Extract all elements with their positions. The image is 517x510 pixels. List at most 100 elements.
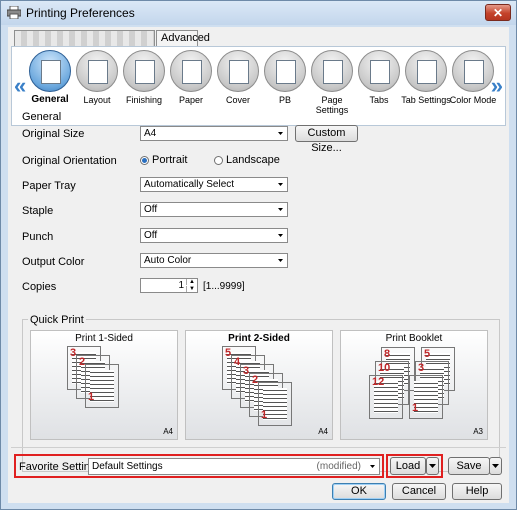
quick-print-card[interactable]: Print Booklet 8 5 10 3 12 1 A3 [340, 330, 488, 440]
favorite-setting-value: Default Settings [92, 461, 163, 472]
quick-print-card[interactable]: Print 2-Sided 5 4 3 2 1 A4 [185, 330, 333, 440]
page-number: 1 [88, 391, 95, 403]
cover-icon [217, 50, 259, 92]
paper-size-label: A4 [163, 427, 173, 436]
chevron-down-icon [429, 464, 436, 468]
page-number: 1 [261, 409, 268, 421]
chevron-down-icon [492, 464, 499, 468]
ribbon-item-cover[interactable]: Cover [213, 50, 263, 126]
orientation-label: Original Orientation [22, 155, 117, 167]
ribbon-item-label: Page Settings [315, 95, 349, 115]
ribbon-item-finishing[interactable]: Finishing [119, 50, 169, 126]
save-menu-button[interactable] [489, 457, 502, 475]
function-ribbon: « » General Layout Finishing Paper Cover PB Pa… [11, 46, 506, 126]
quick-print-card-label: Print Booklet [385, 333, 443, 344]
ribbon-item-label: Tab Settings [401, 95, 451, 105]
layout-icon-glyph [88, 60, 108, 84]
separator [11, 447, 506, 448]
ribbon-item-paper[interactable]: Paper [166, 50, 216, 126]
tab-blurred[interactable] [14, 30, 155, 46]
chevron-down-icon [278, 259, 283, 262]
pb-icon-glyph [276, 60, 296, 84]
ribbon-item-color-mode[interactable]: Color Mode [448, 50, 498, 126]
portrait-label: Portrait [152, 154, 188, 166]
page-number: 5 [424, 348, 431, 360]
ok-button[interactable]: OK [332, 483, 386, 500]
paper-icon [170, 50, 212, 92]
ribbon-item-label: General [31, 94, 69, 105]
ribbon-item-label: Color Mode [449, 95, 497, 105]
ribbon-item-layout[interactable]: Layout [72, 50, 122, 126]
landscape-label: Landscape [226, 154, 280, 166]
staple-label: Staple [22, 205, 54, 217]
pb-icon [264, 50, 306, 92]
tabs-icon [358, 50, 400, 92]
ribbon-item-page-settings[interactable]: Page Settings [307, 50, 357, 126]
chevron-down-icon [278, 183, 283, 186]
general-icon-glyph [41, 60, 61, 84]
ribbon-item-label: Layout [83, 95, 111, 105]
cancel-button[interactable]: Cancel [392, 483, 446, 500]
original-size-combo[interactable]: A4 [140, 126, 288, 141]
quick-print-card-label: Print 2-Sided [228, 333, 290, 344]
ribbon-item-label: Finishing [125, 95, 163, 105]
paper-tray-label: Paper Tray [22, 180, 76, 192]
ribbon-item-label: Cover [225, 95, 250, 105]
page-number: 12 [372, 376, 385, 388]
load-button[interactable]: Load [390, 457, 426, 475]
load-menu-button[interactable] [426, 457, 439, 475]
cover-icon-glyph [229, 60, 249, 84]
page-number: 10 [378, 362, 391, 374]
ribbon-item-label: Paper [178, 95, 204, 105]
chevron-down-icon [278, 234, 283, 237]
copies-label: Copies [22, 281, 57, 293]
tab-settings-icon [405, 50, 447, 92]
save-button[interactable]: Save [448, 457, 490, 475]
copies-range: [1...9999] [203, 281, 245, 292]
printer-app-icon [7, 6, 21, 19]
ribbon-item-label: Tabs [369, 95, 389, 105]
finishing-icon [123, 50, 165, 92]
copies-spinner[interactable]: 1 ▲ ▼ [140, 278, 198, 293]
ribbon-item-label: PB [278, 95, 291, 105]
paper-tray-combo[interactable]: Automatically Select [140, 177, 288, 192]
quick-print-card[interactable]: Print 1-Sided 3 2 1 A4 [30, 330, 178, 440]
dialog-client: Advanced « » General Layout Finishing Paper… [8, 27, 509, 503]
page-number: 8 [384, 348, 391, 360]
layout-icon [76, 50, 118, 92]
portrait-radio[interactable] [140, 156, 149, 165]
page-settings-icon-glyph [323, 60, 343, 84]
ribbon-item-pb[interactable]: PB [260, 50, 310, 126]
page-thumbnail: 1 [258, 382, 292, 426]
color-mode-icon-glyph [464, 60, 484, 84]
ribbon-item-tab-settings[interactable]: Tab Settings [401, 50, 451, 126]
quick-print-card-label: Print 1-Sided [75, 333, 133, 344]
tab-advanced[interactable]: Advanced [156, 30, 210, 46]
page-thumbnail: 1 [85, 364, 119, 408]
page-number: 3 [418, 362, 425, 374]
ribbon-item-tabs[interactable]: Tabs [354, 50, 404, 126]
punch-combo[interactable]: Off [140, 228, 288, 243]
custom-size-button[interactable]: Custom Size... [295, 125, 358, 154]
output-color-combo[interactable]: Auto Color [140, 253, 288, 268]
paper-size-label: A3 [473, 427, 483, 436]
help-button[interactable]: Help [452, 483, 502, 500]
paper-tray-value: Automatically Select [144, 179, 235, 190]
punch-label: Punch [22, 231, 54, 243]
tab-settings-icon-glyph [417, 60, 437, 84]
window-title: Printing Preferences [26, 6, 135, 20]
spin-up-icon[interactable]: ▲ [186, 279, 197, 285]
page-settings-icon [311, 50, 353, 92]
tabs-icon-glyph [370, 60, 390, 84]
copies-value: 1 [178, 280, 184, 291]
color-mode-icon [452, 50, 494, 92]
ribbon-items: General Layout Finishing Paper Cover PB Page S… [27, 47, 497, 127]
staple-value: Off [144, 204, 158, 215]
favorite-setting-combo[interactable]: Default Settings (modified) [88, 458, 380, 475]
close-button[interactable]: ✕ [485, 4, 511, 21]
landscape-radio[interactable] [214, 156, 223, 165]
staple-combo[interactable]: Off [140, 202, 288, 217]
spin-down-icon[interactable]: ▼ [186, 286, 197, 292]
punch-value: Off [144, 230, 158, 241]
favorite-modified-text: (modified) [316, 461, 361, 472]
